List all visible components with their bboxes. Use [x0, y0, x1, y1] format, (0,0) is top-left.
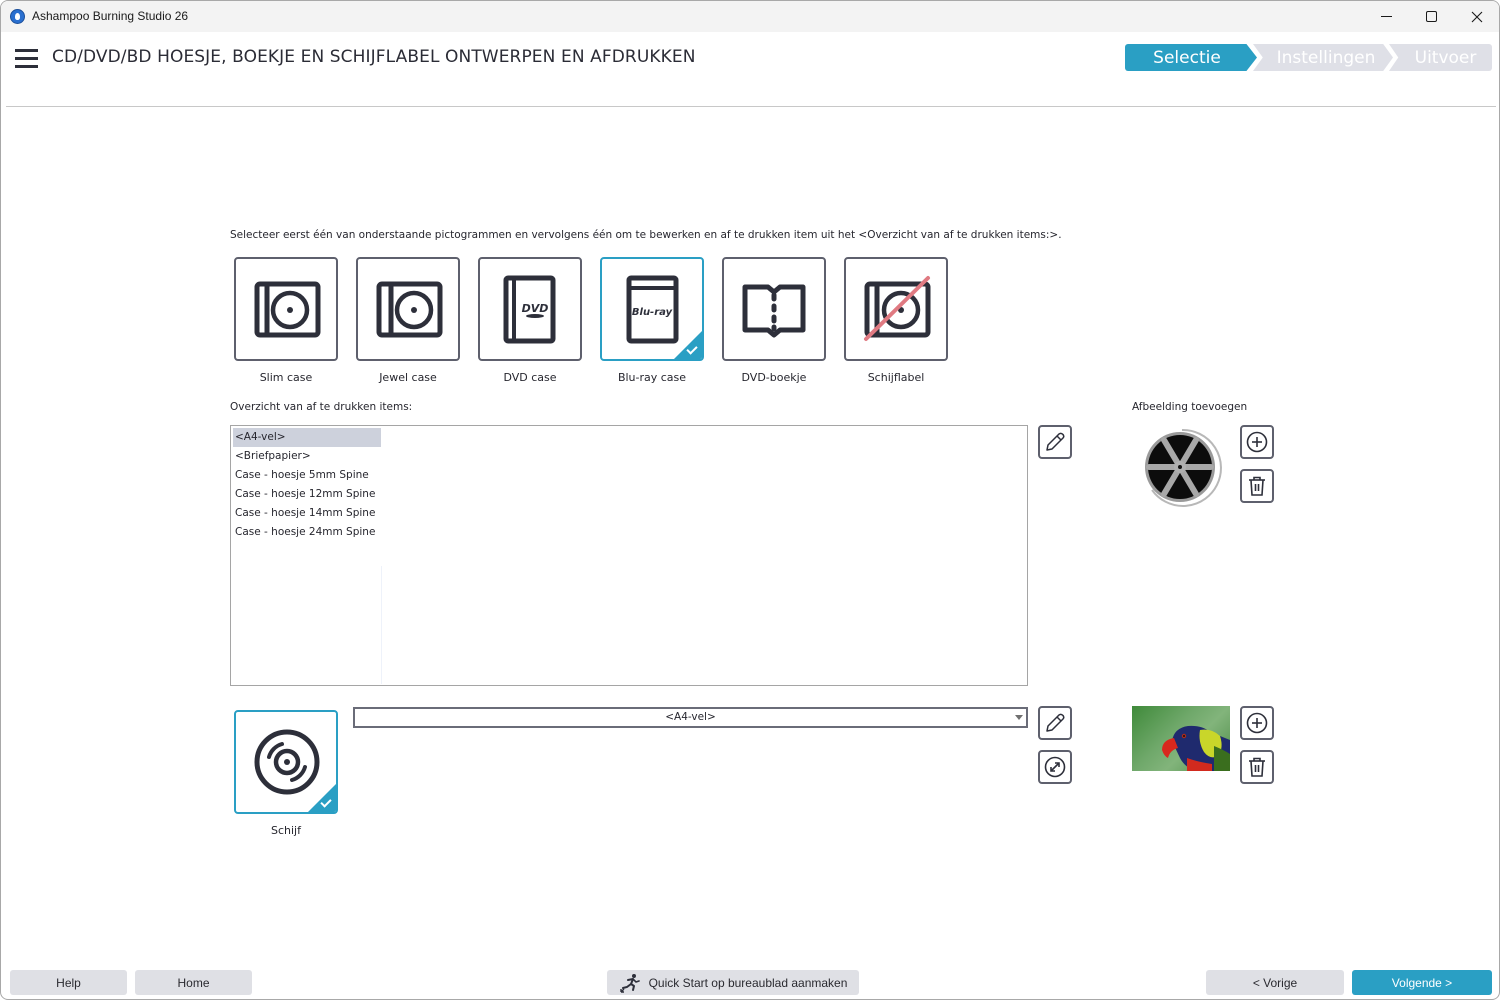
- minimize-button[interactable]: [1363, 1, 1409, 32]
- tile-bluray-case[interactable]: Blu-ray: [600, 257, 704, 361]
- trash-icon: [1249, 757, 1265, 777]
- dropdown-value: <A4-vel>: [665, 711, 716, 723]
- list-item[interactable]: Case - hoesje 12mm Spine: [233, 485, 381, 504]
- slim-case-icon: [254, 281, 321, 338]
- edit-disc-button[interactable]: [1038, 706, 1072, 740]
- window-title: Ashampoo Burning Studio 26: [32, 9, 189, 23]
- tile-label-slim-case: Slim case: [259, 371, 313, 384]
- plus-circle-icon: [1246, 431, 1268, 453]
- tile-label-dvd-booklet: DVD-boekje: [741, 371, 807, 384]
- close-icon: [1471, 11, 1483, 22]
- previous-button[interactable]: < Vorige: [1206, 970, 1344, 995]
- app-logo-icon: [10, 9, 25, 24]
- tile-slim-case[interactable]: [234, 257, 338, 361]
- disc-label-disabled-icon: [864, 276, 931, 341]
- film-reel-image: [1145, 428, 1222, 507]
- add-image-button[interactable]: [1240, 425, 1274, 459]
- running-man-icon: [619, 973, 640, 993]
- maximize-button[interactable]: [1408, 1, 1454, 32]
- page-title: CD/DVD/BD HOESJE, BOEKJE EN SCHIJFLABEL …: [52, 47, 696, 67]
- resize-disc-button[interactable]: [1038, 750, 1072, 784]
- tile-dvd-booklet[interactable]: [722, 257, 826, 361]
- trash-icon: [1249, 476, 1265, 496]
- disc-icon: [254, 729, 320, 795]
- quick-start-label: Quick Start op bureaublad aanmaken: [648, 975, 848, 990]
- pencil-icon: [1046, 713, 1065, 732]
- minimize-icon: [1380, 16, 1392, 17]
- disc-template-dropdown[interactable]: <A4-vel>: [353, 707, 1028, 728]
- tile-label-disc-label: Schijflabel: [867, 371, 925, 384]
- jewel-case-icon: [376, 281, 443, 338]
- parrot-image: [1132, 706, 1230, 771]
- instruction-text: Selecteer eerst één van onderstaande pic…: [230, 229, 1062, 241]
- pencil-icon: [1046, 432, 1065, 451]
- title-bar: Ashampoo Burning Studio 26: [1, 1, 1499, 32]
- hamburger-icon-bar: [15, 65, 38, 68]
- header-divider: [6, 106, 1496, 107]
- home-button[interactable]: Home: [135, 970, 252, 995]
- svg-text:Blu-ray: Blu-ray: [632, 307, 673, 318]
- quick-start-button[interactable]: Quick Start op bureaublad aanmaken: [607, 970, 859, 995]
- edit-item-button[interactable]: [1038, 425, 1072, 459]
- step-instellingen: Instellingen: [1253, 44, 1393, 71]
- delete-image-button[interactable]: [1240, 469, 1274, 503]
- app-window: Ashampoo Burning Studio 26 CD/DVD/BD HOE…: [0, 0, 1500, 1000]
- step-uitvoer: Uitvoer: [1389, 44, 1492, 71]
- chevron-down-icon: [1015, 715, 1023, 720]
- bluray-case-icon: Blu-ray: [626, 275, 679, 344]
- add-disc-image-button[interactable]: [1240, 706, 1274, 740]
- delete-disc-image-button[interactable]: [1240, 750, 1274, 784]
- list-item[interactable]: <Briefpapier>: [233, 447, 381, 466]
- plus-circle-icon: [1246, 712, 1268, 734]
- tile-label-bluray-case: Blu-ray case: [617, 371, 687, 384]
- svg-text:DVD: DVD: [522, 302, 549, 315]
- tile-dvd-case[interactable]: DVD: [478, 257, 582, 361]
- hamburger-icon-bar: [15, 49, 38, 52]
- maximize-icon: [1425, 11, 1437, 22]
- add-image-label: Afbeelding toevoegen: [1132, 401, 1248, 413]
- wizard-steps: Instellingen Uitvoer Selectie: [1125, 44, 1492, 71]
- list-item[interactable]: <A4-vel>: [233, 428, 381, 447]
- help-button[interactable]: Help: [10, 970, 127, 995]
- menu-button[interactable]: [15, 49, 38, 68]
- step-selectie: Selectie: [1125, 44, 1257, 71]
- tile-label-dvd-case: DVD case: [503, 371, 557, 384]
- expand-diagonal-icon: [1044, 756, 1066, 778]
- print-items-list[interactable]: <A4-vel> <Briefpapier> Case - hoesje 5mm…: [230, 425, 1028, 686]
- tile-jewel-case[interactable]: [356, 257, 460, 361]
- tile-disc-label[interactable]: [844, 257, 948, 361]
- overview-label: Overzicht van af te drukken items:: [230, 401, 413, 413]
- hamburger-icon-bar: [15, 57, 38, 60]
- tile-label-disc: Schijf: [271, 824, 301, 837]
- dvd-case-icon: DVD: [503, 275, 556, 344]
- next-button[interactable]: Volgende >: [1352, 970, 1492, 995]
- tile-disc[interactable]: [234, 710, 338, 814]
- list-item[interactable]: Case - hoesje 14mm Spine: [233, 504, 381, 523]
- close-button[interactable]: [1454, 1, 1499, 32]
- list-item[interactable]: Case - hoesje 24mm Spine: [233, 523, 381, 542]
- list-item[interactable]: Case - hoesje 5mm Spine: [233, 466, 381, 485]
- column-separator: [381, 566, 382, 684]
- tile-label-jewel-case: Jewel case: [379, 371, 437, 384]
- booklet-icon: [742, 284, 806, 338]
